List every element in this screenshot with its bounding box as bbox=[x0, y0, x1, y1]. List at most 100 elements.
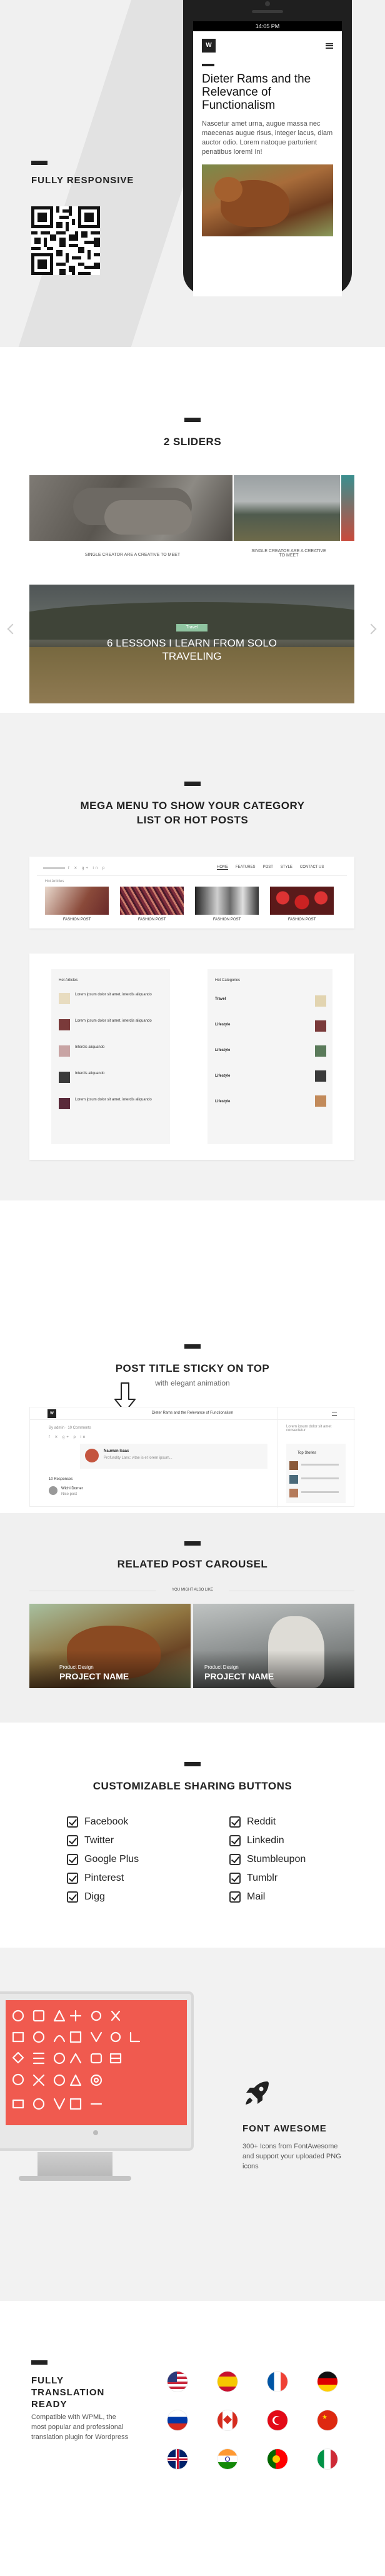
flag-china-icon: ★ bbox=[318, 2410, 338, 2430]
category-badge[interactable]: Travel bbox=[176, 624, 208, 631]
slide-image-mountains bbox=[234, 475, 340, 541]
menu-icon[interactable] bbox=[326, 43, 333, 49]
nav-item[interactable]: Home bbox=[217, 865, 228, 870]
article-title[interactable]: Lorem ipsum dolor sit amet, interdis ali… bbox=[75, 1098, 162, 1102]
hot-post-image[interactable] bbox=[45, 887, 109, 915]
flag-italy-icon bbox=[318, 2449, 338, 2469]
share-option-facebook[interactable]: Facebook bbox=[67, 1816, 128, 1828]
share-option-twitter[interactable]: Twitter bbox=[67, 1835, 114, 1846]
phone-post-text: Nascetur amet urna, augue massa nec maec… bbox=[202, 120, 333, 156]
checkbox-icon[interactable] bbox=[67, 1854, 78, 1865]
section-bar bbox=[31, 161, 48, 165]
share-option-pinterest[interactable]: Pinterest bbox=[67, 1873, 124, 1884]
slider-one[interactable]: SINGLE CREATOR ARE A CREATIVE TO MEET SI… bbox=[29, 475, 354, 569]
site-logo[interactable]: W bbox=[48, 1409, 56, 1418]
section-heading: FULLY RESPONSIVE bbox=[31, 175, 134, 186]
post-label[interactable]: FASHION POST bbox=[45, 918, 109, 922]
checkbox-icon[interactable] bbox=[67, 1816, 78, 1828]
author-name[interactable]: Nauman Isaac bbox=[104, 1449, 129, 1453]
section-subheading: with elegant animation bbox=[155, 1379, 230, 1387]
menu-icon[interactable] bbox=[332, 1412, 337, 1416]
flag-france-icon bbox=[268, 2372, 288, 2392]
post-meta: By admin · 10 Comments bbox=[49, 1426, 91, 1430]
article-title[interactable]: Lorem ipsum dolor sit amet, interdis ali… bbox=[75, 993, 162, 997]
section-heading: FONT AWESOME bbox=[242, 2123, 327, 2134]
share-option-reddit[interactable]: Reddit bbox=[229, 1816, 276, 1828]
font-awesome-section: FONT AWESOME 300+ Icons from FontAwesome… bbox=[0, 1948, 385, 2301]
post-label[interactable]: FASHION POST bbox=[195, 918, 259, 922]
checkbox-icon[interactable] bbox=[229, 1835, 241, 1846]
checkbox-icon[interactable] bbox=[229, 1854, 241, 1865]
slide-title[interactable]: 6 LESSONS I LEARN FROM SOLO TRAVELING bbox=[98, 636, 286, 663]
nav-item[interactable]: Contact Us bbox=[300, 865, 324, 870]
category-name[interactable]: Lifestyle bbox=[215, 1049, 230, 1052]
project-name[interactable]: PROJECT NAME bbox=[204, 1671, 274, 1681]
flag-portugal-icon bbox=[268, 2449, 288, 2469]
related-project-card[interactable]: Product Design PROJECT NAME bbox=[193, 1604, 354, 1688]
share-icons[interactable]: f ✕ g+ p in bbox=[49, 1435, 87, 1439]
section-text: 300+ Icons from FontAwesome and support … bbox=[242, 2143, 341, 2170]
section-heading: RELATED POST CAROUSEL bbox=[117, 1558, 268, 1570]
hot-post-image[interactable] bbox=[195, 887, 259, 915]
avatar bbox=[49, 1486, 58, 1495]
share-option-mail[interactable]: Mail bbox=[229, 1891, 265, 1903]
hot-categories-panel: Hot Categories Travel Lifestyle Lifestyl… bbox=[208, 969, 332, 1144]
qr-code bbox=[31, 206, 100, 275]
checkbox-icon[interactable] bbox=[67, 1835, 78, 1846]
flag-turkey-icon bbox=[268, 2410, 288, 2430]
flag-uk-icon bbox=[168, 2449, 188, 2469]
checkbox-icon[interactable] bbox=[229, 1873, 241, 1884]
section-heading: CUSTOMIZABLE SHARING BUTTONS bbox=[92, 1780, 292, 1792]
checkbox-icon[interactable] bbox=[229, 1816, 241, 1828]
related-project-card[interactable]: Product Design PROJECT NAME bbox=[29, 1604, 191, 1688]
checkbox-icon[interactable] bbox=[229, 1891, 241, 1903]
phone-post-image bbox=[202, 164, 333, 236]
post-label[interactable]: FASHION POST bbox=[120, 918, 184, 922]
slider-two[interactable]: Travel 6 LESSONS I LEARN FROM SOLO TRAVE… bbox=[29, 585, 354, 703]
checkbox-icon[interactable] bbox=[67, 1891, 78, 1903]
post-label[interactable]: FASHION POST bbox=[270, 918, 334, 922]
icon-grid bbox=[12, 2010, 141, 2110]
sticky-post-title[interactable]: Dieter Rams and the Relevance of Functio… bbox=[136, 1411, 249, 1415]
slide-image-hands bbox=[29, 475, 232, 541]
category-name[interactable]: Lifestyle bbox=[215, 1074, 230, 1078]
article-title[interactable]: Interdis aliquando bbox=[75, 1072, 162, 1075]
nav-item[interactable]: Features bbox=[236, 865, 256, 870]
section-heading: POST TITLE STICKY ON TOP bbox=[115, 1362, 270, 1374]
monitor-stand bbox=[38, 2152, 112, 2177]
next-arrow-icon[interactable] bbox=[366, 623, 377, 635]
main-nav: Home Features Post Style Contact Us bbox=[217, 865, 324, 870]
article-title[interactable]: Interdis aliquando bbox=[75, 1045, 162, 1049]
phone-mockup: 14:05 PM W Dieter Rams and the Relevance… bbox=[183, 0, 352, 296]
prev-arrow-icon[interactable] bbox=[7, 623, 18, 635]
nav-item[interactable]: Style bbox=[281, 865, 292, 870]
translation-section: FULLY TRANSLATION READY Compatible with … bbox=[0, 2301, 385, 2535]
project-name[interactable]: PROJECT NAME bbox=[59, 1671, 129, 1681]
slide-caption[interactable]: SINGLE CREATOR ARE A CREATIVE TO MEET bbox=[67, 553, 198, 557]
hot-articles-panel: Hot Articles Lorem ipsum dolor sit amet,… bbox=[51, 969, 170, 1144]
share-option-stumbleupon[interactable]: Stumbleupon bbox=[229, 1854, 306, 1865]
comment-text: Nice post bbox=[61, 1492, 78, 1496]
article-title[interactable]: Lorem ipsum dolor sit amet, interdis ali… bbox=[75, 1019, 162, 1023]
nav-item[interactable]: Post bbox=[263, 865, 273, 870]
hot-post-image[interactable] bbox=[120, 887, 184, 915]
category-name[interactable]: Lifestyle bbox=[215, 1023, 230, 1027]
share-option-digg[interactable]: Digg bbox=[67, 1891, 105, 1903]
share-option-tumblr[interactable]: Tumblr bbox=[229, 1873, 278, 1884]
hot-post-image[interactable] bbox=[270, 887, 334, 915]
share-option-google-plus[interactable]: Google Plus bbox=[67, 1854, 139, 1865]
share-option-linkedin[interactable]: Linkedin bbox=[229, 1835, 284, 1846]
checkbox-icon[interactable] bbox=[67, 1873, 78, 1884]
sidebar-text: Lorem ipsum dolor sit amet consectetur bbox=[286, 1425, 332, 1432]
category-name[interactable]: Travel bbox=[215, 997, 226, 1001]
slide-caption[interactable]: SINGLE CREATOR ARE A CREATIVE TO MEET bbox=[248, 549, 329, 558]
top-stories-widget: Top Stories bbox=[286, 1444, 346, 1503]
mega-menu-section: MEGA MENU TO SHOW YOUR CATEGORY LIST OR … bbox=[0, 713, 385, 1200]
site-logo[interactable]: W bbox=[202, 39, 216, 53]
section-heading: MEGA MENU TO SHOW YOUR CATEGORY LIST OR … bbox=[80, 800, 305, 826]
sliders-section: 2 SLIDERS SINGLE CREATOR ARE A CREATIVE … bbox=[0, 347, 385, 713]
phone-post-title[interactable]: Dieter Rams and the Relevance of Functio… bbox=[202, 73, 333, 112]
category-name[interactable]: Lifestyle bbox=[215, 1100, 230, 1104]
commenter-name[interactable]: Wichi Dorner bbox=[61, 1487, 83, 1491]
mega-menu-categories-card: Hot Articles Lorem ipsum dolor sit amet,… bbox=[29, 953, 354, 1160]
